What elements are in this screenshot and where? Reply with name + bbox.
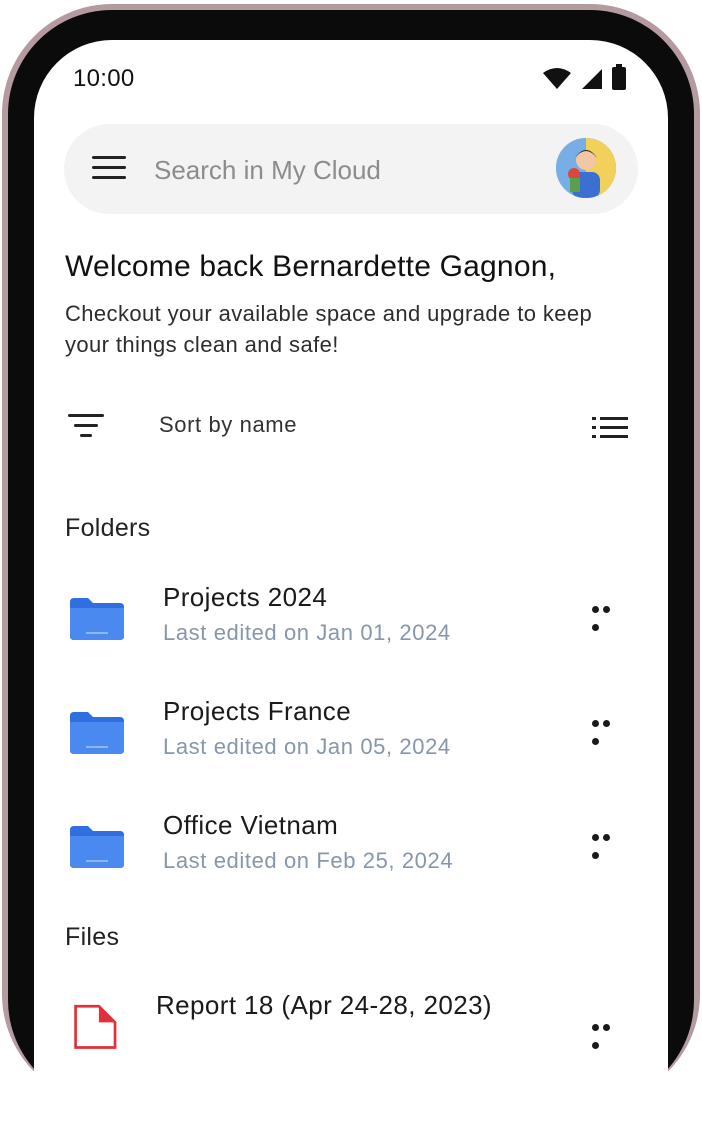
files-heading: Files <box>65 923 120 951</box>
folder-row[interactable]: Projects 2024 Last edited on Jan 01, 202… <box>68 582 638 662</box>
more-icon[interactable] <box>592 1018 624 1049</box>
more-icon[interactable] <box>592 828 624 859</box>
battery-icon <box>612 64 626 90</box>
folder-name: Projects France <box>163 696 352 726</box>
folder-row[interactable]: Projects France Last edited on Jan 05, 2… <box>68 696 638 776</box>
avatar-image <box>556 138 616 198</box>
wifi-icon <box>543 68 571 89</box>
folder-icon <box>70 598 124 640</box>
app-screen: 10:00 Welcome bac <box>34 40 668 1140</box>
more-icon[interactable] <box>592 714 624 745</box>
folder-icon <box>70 712 124 754</box>
welcome-heading: Welcome back Bernardette Gagnon, <box>65 250 557 283</box>
folder-meta: Last edited on Jan 05, 2024 <box>163 734 451 759</box>
more-icon[interactable] <box>592 600 624 631</box>
pdf-file-icon <box>74 1004 117 1049</box>
folder-meta: Last edited on Feb 25, 2024 <box>163 848 454 873</box>
sort-row: Sort by name <box>68 410 628 450</box>
sort-label[interactable]: Sort by name <box>159 412 297 438</box>
folder-icon <box>70 826 124 868</box>
status-icons <box>542 64 626 90</box>
welcome-subtitle: Checkout your available space and upgrad… <box>65 301 593 357</box>
file-name: Report 18 (Apr 24-28, 2023) <box>156 990 492 1020</box>
list-view-icon[interactable] <box>592 416 628 440</box>
menu-icon[interactable] <box>92 156 126 182</box>
search-bar[interactable] <box>64 124 638 214</box>
signal-icon <box>582 69 602 89</box>
file-row[interactable]: Report 18 (Apr 24-28, 2023) <box>68 990 638 1070</box>
folders-heading: Folders <box>65 514 151 542</box>
folder-meta: Last edited on Jan 01, 2024 <box>163 620 451 645</box>
sort-icon[interactable] <box>68 414 104 440</box>
search-input[interactable] <box>154 152 514 188</box>
folder-name: Projects 2024 <box>163 582 328 612</box>
folder-name: Office Vietnam <box>163 810 339 840</box>
folder-row[interactable]: Office Vietnam Last edited on Feb 25, 20… <box>68 810 638 890</box>
status-time: 10:00 <box>73 65 135 92</box>
avatar[interactable] <box>556 138 616 198</box>
